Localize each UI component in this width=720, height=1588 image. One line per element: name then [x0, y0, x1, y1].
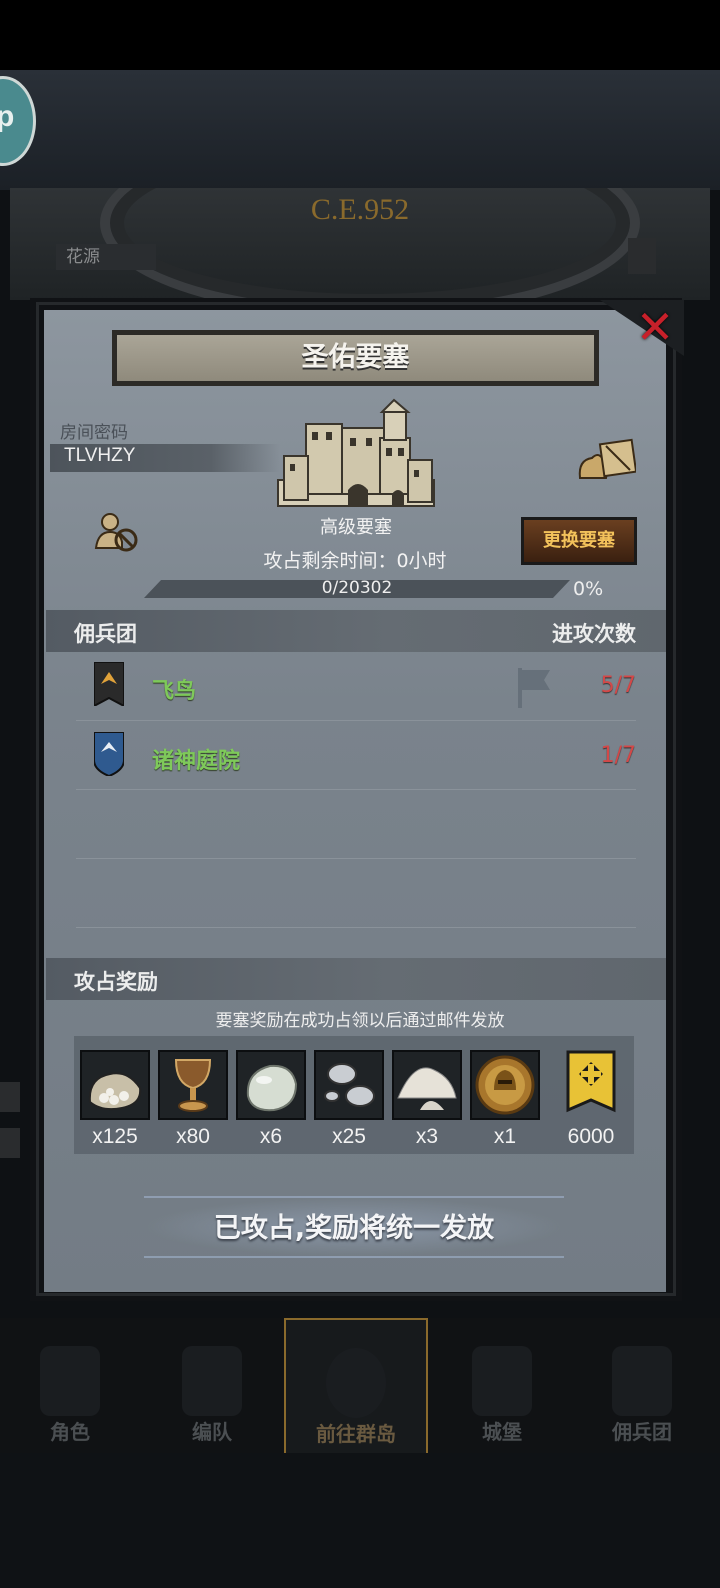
nav-label: 城堡: [482, 1420, 522, 1444]
reward-qty: x25: [332, 1125, 366, 1148]
pale-stone-icon: [236, 1050, 306, 1120]
capture-timer: 攻占剩余时间：0小时: [200, 546, 510, 573]
no-members-icon[interactable]: [94, 510, 142, 554]
nav-castle[interactable]: 城堡: [432, 1318, 572, 1453]
reward-qty: x3: [415, 1125, 439, 1148]
ship-icon: [612, 1346, 672, 1416]
change-fortress-button[interactable]: 更换要塞: [521, 517, 637, 565]
badge-letter: p: [0, 100, 15, 133]
status-bar: [0, 0, 720, 70]
reward-item[interactable]: x80: [158, 1050, 228, 1149]
side-target-icon[interactable]: [0, 1082, 20, 1112]
reward-item[interactable]: x125: [80, 1050, 150, 1149]
location-label: 花源: [56, 244, 156, 270]
reward-note: 要塞奖励在成功占领以后通过邮件发放: [215, 1011, 505, 1031]
row-divider: [76, 927, 636, 928]
nav-formation[interactable]: 编队: [142, 1318, 282, 1453]
globe-icon: [326, 1348, 386, 1418]
reward-qty: x80: [176, 1125, 210, 1148]
bottom-background: [0, 1453, 720, 1588]
reward-qty: x1: [493, 1125, 517, 1148]
close-button[interactable]: ✕: [630, 304, 680, 350]
timer-label: 攻占剩余时间：: [263, 550, 397, 572]
nav-label: 佣兵团: [612, 1420, 672, 1444]
nav-character[interactable]: 角色: [0, 1318, 140, 1453]
fortress-level: 高级要塞: [320, 517, 392, 538]
modal-title: 圣佑要塞: [112, 330, 599, 386]
reward-item[interactable]: x25: [314, 1050, 384, 1149]
nav-label: 角色: [50, 1420, 90, 1444]
castle-icon: [472, 1346, 532, 1416]
guild-name: 飞鸟: [152, 679, 197, 704]
era-label: C.E.952: [310, 193, 410, 226]
capture-progress-text: 0/20302: [321, 578, 393, 598]
final-status-text: 已攻占,奖励将统一发放: [213, 1213, 495, 1244]
capture-progress-percent: 0%: [573, 578, 604, 600]
mercenary-header-title: 佣兵团: [74, 622, 137, 646]
row-divider: [76, 858, 636, 859]
nav-mercenary[interactable]: 佣兵团: [572, 1318, 712, 1453]
reward-item[interactable]: x1: [470, 1050, 540, 1149]
nav-islands[interactable]: 前往群岛: [284, 1318, 428, 1457]
gold-banner-icon: [556, 1050, 626, 1120]
guild-banner-icon: [94, 662, 124, 706]
reward-qty: 6000: [567, 1125, 615, 1148]
guild-attack-count: 5/7: [600, 673, 636, 698]
row-divider: [76, 789, 636, 790]
silver-orbs-icon: [314, 1050, 384, 1120]
room-code-label: 房间密码: [60, 423, 128, 443]
coin-sack-icon: [80, 1050, 150, 1120]
guild-shield-icon: [94, 732, 124, 776]
reward-item[interactable]: 6000: [556, 1050, 626, 1149]
fortress-castle-icon: [277, 398, 435, 507]
timer-value: 0小时: [396, 550, 447, 572]
guild-name: 诸神庭院: [152, 749, 241, 774]
goblet-icon: [158, 1050, 228, 1120]
reward-item[interactable]: x6: [236, 1050, 306, 1149]
knight-icon: [40, 1346, 100, 1416]
reward-header-title: 攻占奖励: [74, 970, 158, 994]
powder-pile-icon: [392, 1050, 462, 1120]
attack-count-header: 进攻次数: [552, 622, 636, 646]
reward-qty: x6: [259, 1125, 283, 1148]
helmet-coin-icon: [470, 1050, 540, 1120]
header-shield-icon: [628, 238, 656, 274]
nav-label: 编队: [192, 1420, 232, 1444]
nav-label: 前往群岛: [316, 1422, 396, 1446]
room-code-value[interactable]: TLVHZY: [64, 445, 135, 467]
row-divider: [76, 720, 636, 721]
reward-qty: x125: [92, 1125, 138, 1148]
guild-attack-count: 1/7: [600, 743, 636, 768]
reward-item[interactable]: x3: [392, 1050, 462, 1149]
top-background: [0, 70, 720, 190]
side-search-icon[interactable]: [0, 1128, 20, 1158]
flag-icon: [518, 668, 550, 708]
supply-crates-icon[interactable]: [576, 434, 636, 480]
armor-icon: [182, 1346, 242, 1416]
